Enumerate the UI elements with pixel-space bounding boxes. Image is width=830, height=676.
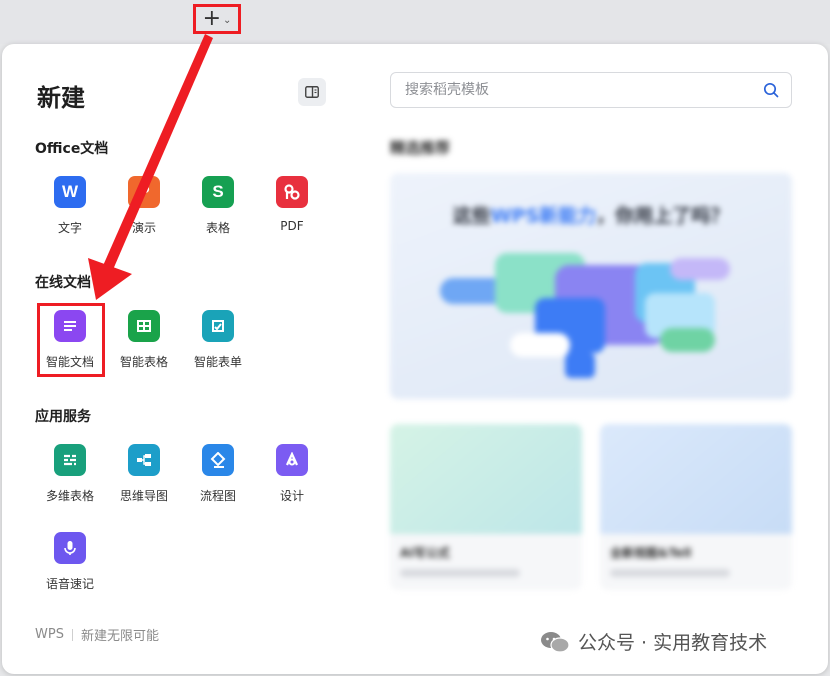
mindmap-icon	[128, 444, 160, 476]
feature-banner[interactable]: 这些WPS新能力，你用上了吗？	[390, 173, 792, 399]
new-flowchart-button[interactable]: 流程图	[181, 444, 255, 504]
tile-label: 设计	[279, 489, 304, 503]
card-title: 全新视图&Tell	[610, 546, 692, 560]
tile-label: 语音速记	[45, 577, 94, 591]
wechat-icon	[541, 631, 570, 653]
card-subtitle-placeholder	[400, 569, 520, 577]
new-multidim-table-button[interactable]: 多维表格	[33, 444, 107, 504]
card-thumbnail	[390, 424, 582, 534]
tile-label: 演示	[131, 221, 156, 235]
new-presentation-button[interactable]: P 演示	[107, 176, 181, 236]
writer-icon: W	[54, 176, 86, 208]
tile-label: 思维导图	[119, 489, 168, 503]
tile-label: PDF	[280, 219, 304, 233]
tile-label: 文字	[57, 221, 82, 235]
highlight-annotation-box	[37, 303, 105, 377]
card-thumbnail	[600, 424, 792, 534]
microphone-icon	[54, 532, 86, 564]
new-writer-button[interactable]: W 文字	[33, 176, 107, 236]
template-card-2[interactable]: 全新视图&Tell	[600, 424, 792, 590]
footer-brand: WPS	[35, 627, 64, 642]
new-pdf-button[interactable]: PDF	[255, 176, 329, 233]
new-spreadsheet-button[interactable]: S 表格	[181, 176, 255, 236]
smart-form-icon	[202, 310, 234, 342]
design-icon	[276, 444, 308, 476]
smart-sheet-icon	[128, 310, 160, 342]
tile-label: 智能表格	[119, 355, 168, 369]
new-smart-sheet-button[interactable]: 智能表格	[107, 310, 181, 370]
new-mindmap-button[interactable]: 思维导图	[107, 444, 181, 504]
new-design-button[interactable]: 设计	[255, 444, 329, 504]
new-tab-button[interactable]: + ⌄	[193, 4, 241, 34]
pdf-icon	[276, 176, 308, 208]
template-search-input[interactable]	[403, 81, 763, 99]
banner-illustration	[440, 253, 730, 378]
sidebar-toggle-button[interactable]	[298, 78, 326, 106]
tile-label: 多维表格	[45, 489, 94, 503]
flowchart-icon	[202, 444, 234, 476]
panel-title: 新建	[37, 84, 85, 112]
new-voice-memo-button[interactable]: 语音速记	[33, 532, 107, 592]
recommend-section-title: 精选推荐	[390, 139, 451, 157]
section-title-office: Office文档	[35, 141, 109, 157]
template-search-box[interactable]	[390, 72, 792, 108]
section-title-online: 在线文档	[35, 275, 91, 291]
footer-divider	[71, 628, 73, 641]
watermark-text: 公众号 · 实用教育技术	[578, 632, 768, 654]
panel-layout-icon	[305, 86, 319, 98]
section-title-services: 应用服务	[35, 409, 91, 425]
chevron-down-icon[interactable]: ⌄	[223, 15, 231, 26]
footer-tagline: 新建无限可能	[80, 629, 159, 644]
multidim-table-icon	[54, 444, 86, 476]
panel-footer: WPS 新建无限可能	[35, 625, 159, 644]
presentation-icon: P	[128, 176, 160, 208]
new-smart-form-button[interactable]: 智能表单	[181, 310, 255, 370]
tile-label: 表格	[205, 221, 230, 235]
card-title: AI写公式	[400, 546, 450, 560]
search-icon[interactable]	[763, 82, 779, 98]
template-card-1[interactable]: AI写公式	[390, 424, 582, 590]
spreadsheet-icon: S	[202, 176, 234, 208]
wechat-watermark: 公众号 · 实用教育技术	[540, 628, 767, 655]
plus-icon: +	[202, 6, 222, 31]
tile-label: 流程图	[199, 489, 236, 503]
tile-label: 智能表单	[193, 355, 242, 369]
card-subtitle-placeholder	[610, 569, 730, 577]
title-bar	[0, 0, 830, 44]
